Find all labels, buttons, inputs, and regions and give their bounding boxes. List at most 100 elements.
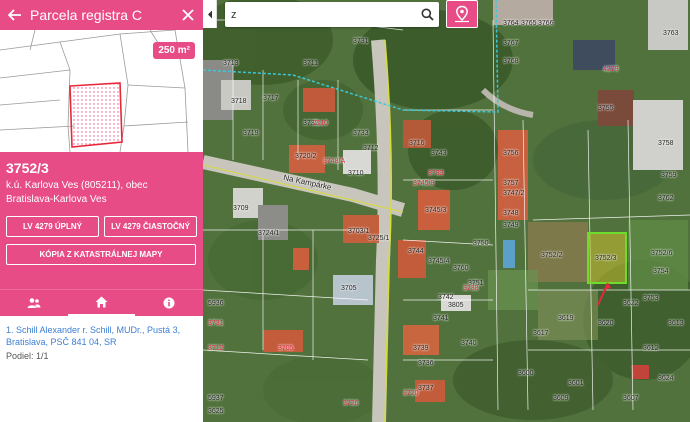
parcel-label[interactable]: 3724/1	[258, 230, 279, 237]
parcel-label[interactable]: 3617	[533, 330, 549, 337]
parcel-label[interactable]: 5937	[208, 395, 224, 402]
partial-lv-button[interactable]: LV 4279 ČIASTOČNÝ	[104, 216, 197, 237]
parcel-label[interactable]: 3726	[343, 400, 359, 407]
parcel-label[interactable]: 3760	[453, 265, 469, 272]
parcel-label[interactable]: 3731	[353, 38, 369, 45]
parcel-label[interactable]: 3716	[409, 140, 425, 147]
panel-title: Parcela registra C	[30, 7, 143, 23]
parcel-label[interactable]: 3613	[668, 320, 684, 327]
parcel-label[interactable]: 3742	[438, 294, 454, 301]
aerial-imagery	[203, 0, 690, 422]
parcel-label[interactable]: 3705	[341, 285, 357, 292]
parcel-label[interactable]: 3766	[538, 20, 554, 27]
search-button[interactable]	[415, 3, 439, 27]
search-input[interactable]	[225, 8, 415, 21]
parcel-label[interactable]: 3713	[223, 60, 239, 67]
collapse-panel-button[interactable]	[203, 0, 217, 28]
cadastral-map-copy-button[interactable]: KÓPIA Z KATASTRÁLNEJ MAPY	[6, 244, 196, 265]
tab-info[interactable]	[135, 290, 203, 316]
parcel-label[interactable]: 3609	[553, 395, 569, 402]
parcel-label[interactable]: 3720/2	[295, 153, 316, 160]
parcel-label[interactable]: 3765	[521, 20, 537, 27]
parcel-label[interactable]: 3703/1	[348, 228, 369, 235]
parcel-label[interactable]: 3705	[278, 345, 294, 352]
parcel-label[interactable]: 3712	[208, 345, 224, 352]
parcel-label[interactable]: 3719	[243, 130, 259, 137]
parcel-label[interactable]: 3612	[643, 345, 659, 352]
lv-button-row: LV 4279 ÚPLNÝ LV 4279 ČIASTOČNÝ	[6, 216, 197, 237]
parcel-label[interactable]: 3607	[623, 395, 639, 402]
parcel-label[interactable]: 3720	[403, 390, 419, 397]
parcel-label[interactable]: 3745/3	[425, 207, 446, 214]
parcel-label[interactable]: 3752/6	[651, 250, 672, 257]
cadastral-map[interactable]: Na Kampárke 3752/2 3752/3 3752/6 3742 37…	[203, 0, 690, 422]
parcel-label[interactable]: 3739	[413, 345, 429, 352]
parcel-label[interactable]: 3753	[643, 295, 659, 302]
my-location-button[interactable]	[446, 0, 478, 28]
owner-entry[interactable]: 1. Schill Alexander r. Schill, MUDr., Pu…	[6, 324, 197, 348]
search-bar	[225, 2, 439, 27]
map-pin-icon	[455, 5, 469, 23]
parcel-label[interactable]: 3748	[503, 210, 519, 217]
area-badge: 250 m²	[153, 42, 195, 59]
parcel-label[interactable]: 5936	[208, 300, 224, 307]
parcel-label[interactable]: 3741	[433, 315, 449, 322]
parcel-label[interactable]: 3620	[598, 320, 614, 327]
arrow-left-icon	[8, 9, 21, 21]
parcel-label[interactable]: 3625	[208, 408, 224, 415]
parcel-label[interactable]: 3619	[558, 315, 574, 322]
parcel-label[interactable]: 4279	[603, 66, 619, 73]
parcel-label[interactable]: 3709	[233, 205, 249, 212]
parcel-label[interactable]: 3754	[653, 268, 669, 275]
parcel-label[interactable]: 3736	[418, 360, 434, 367]
parcel-label[interactable]: 3756	[503, 150, 519, 157]
chevron-left-icon	[207, 10, 212, 18]
tab-property[interactable]	[67, 290, 136, 316]
parcel-label[interactable]: 3712	[363, 145, 379, 152]
parcel-label[interactable]: 3718	[231, 98, 247, 105]
parcel-label[interactable]: 3733	[353, 130, 369, 137]
parcel-label[interactable]: 3750	[473, 240, 489, 247]
parcel-label[interactable]: 3740	[461, 340, 477, 347]
parcel-label[interactable]: 3622	[623, 300, 639, 307]
parcel-label[interactable]: 3733	[428, 170, 444, 177]
parcel-label[interactable]: 3717	[263, 95, 279, 102]
parcel-info: 3752/3 k.ú. Karlova Ves (805211), obec B…	[0, 152, 203, 289]
parcel-label[interactable]: 3767	[503, 40, 519, 47]
tab-owners[interactable]	[0, 290, 68, 316]
parcel-label[interactable]: 3745/8	[413, 180, 434, 187]
parcel-label[interactable]: 3738	[463, 285, 479, 292]
parcel-label[interactable]: 3752/3	[595, 255, 616, 262]
parcel-label[interactable]: 3743	[431, 150, 447, 157]
parcel-label[interactable]: 3601	[568, 380, 584, 387]
parcel-label[interactable]: 3731	[208, 320, 224, 327]
parcel-label[interactable]: 3600	[518, 370, 534, 377]
parcel-label[interactable]: 3755	[598, 105, 614, 112]
parcel-label[interactable]: 3763	[663, 30, 679, 37]
panel-tabs	[0, 289, 203, 316]
parcel-label[interactable]: 3711	[303, 60, 318, 67]
parcel-label[interactable]: 3759	[661, 172, 677, 179]
parcel-label[interactable]: 3737	[418, 385, 434, 392]
parcel-label[interactable]: 3762	[658, 195, 674, 202]
parcel-label[interactable]: 3747/2	[503, 190, 524, 197]
parcel-label[interactable]: 3745/4	[428, 258, 449, 265]
parcel-label[interactable]: 3748/A	[323, 158, 345, 165]
parcel-label[interactable]: 3749	[503, 222, 519, 229]
back-button[interactable]	[0, 0, 30, 30]
parcel-label[interactable]: 3744	[408, 248, 424, 255]
parcel-minimap[interactable]: 250 m²	[0, 30, 203, 152]
parcel-label[interactable]: 3758	[658, 140, 674, 147]
parcel-label[interactable]: 3757	[503, 180, 519, 187]
parcel-label[interactable]: 7110	[313, 120, 328, 127]
parcel-label[interactable]: 3752/2	[541, 252, 562, 259]
owner-share: Podiel: 1/1	[6, 351, 49, 361]
parcel-label[interactable]: 3624	[658, 375, 674, 382]
parcel-label[interactable]: 3805	[448, 302, 464, 309]
close-button[interactable]	[173, 0, 203, 30]
parcel-label[interactable]: 3768	[503, 58, 519, 65]
full-lv-button[interactable]: LV 4279 ÚPLNÝ	[6, 216, 99, 237]
parcel-label[interactable]: 3710	[348, 170, 364, 177]
parcel-label[interactable]: 3725/1	[368, 235, 389, 242]
parcel-label[interactable]: 3764	[503, 20, 519, 27]
